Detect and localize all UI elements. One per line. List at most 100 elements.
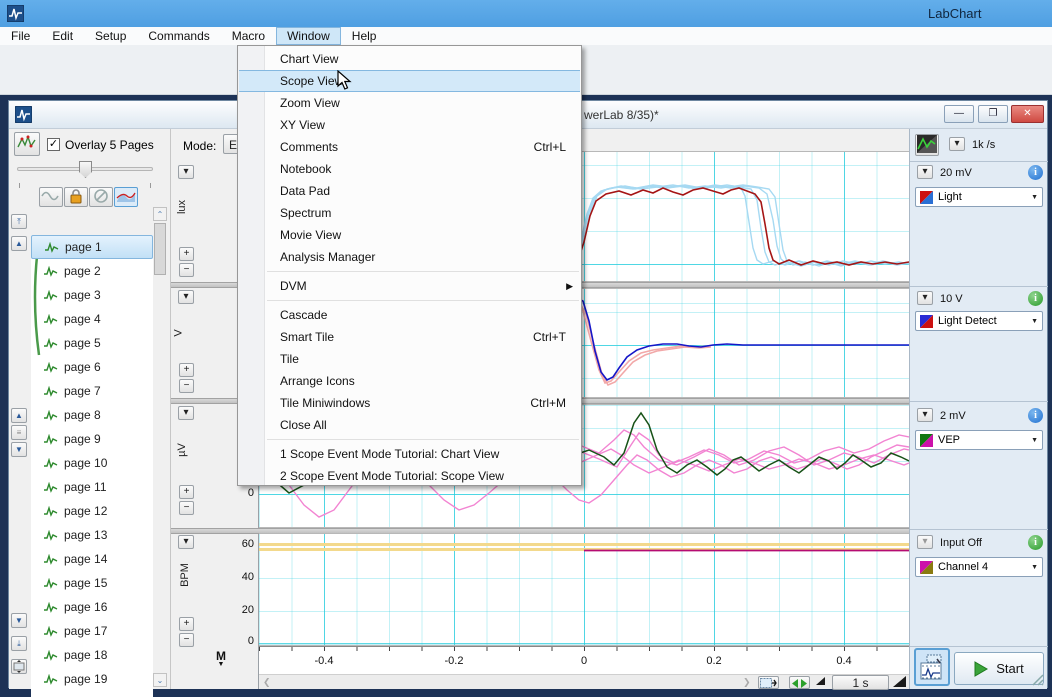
page-item-19[interactable]: page 19	[31, 667, 153, 691]
ch1-scale-dropdown[interactable]: ▾	[178, 165, 194, 179]
chart-scrollbar[interactable]: ❮ ❯ 1 s	[259, 674, 909, 689]
auto-fit-button[interactable]	[789, 676, 810, 689]
scroll-right-arrow[interactable]: ❯	[743, 675, 751, 689]
ch2-info-icon[interactable]: i	[1028, 291, 1043, 306]
page-item-12[interactable]: page 12	[31, 499, 153, 523]
ch1-channel-dropdown[interactable]: Light ▼	[915, 187, 1043, 207]
menu-window[interactable]: Window	[276, 27, 341, 45]
menu-macro[interactable]: Macro	[221, 27, 276, 45]
ch4-info-icon[interactable]: i	[1028, 535, 1043, 550]
page-item-8[interactable]: page 8	[31, 403, 153, 427]
page-item-4[interactable]: page 4	[31, 307, 153, 331]
lock-button[interactable]	[64, 187, 88, 207]
menu-item-arrange-icons[interactable]: Arrange Icons	[238, 370, 581, 392]
scroll-up-page-button[interactable]: ▲	[11, 236, 27, 251]
page-item-17[interactable]: page 17	[31, 619, 153, 643]
page-item-3[interactable]: page 3	[31, 283, 153, 307]
resize-grip[interactable]	[1031, 673, 1045, 687]
ch3-channel-dropdown[interactable]: VEP ▼	[915, 430, 1043, 450]
menu-item-recent-scope-view[interactable]: 2 Scope Event Mode Tutorial: Scope View	[238, 465, 581, 487]
ch1-info-icon[interactable]: i	[1028, 165, 1043, 180]
menu-item-smart-tile[interactable]: Smart TileCtrl+T	[238, 326, 581, 348]
scroll-left-arrow[interactable]: ❮	[263, 675, 271, 689]
list-scroll-thumb[interactable]: ≡	[11, 425, 27, 440]
ch3-range-dropdown[interactable]: ▾	[917, 408, 933, 422]
expand-time-button[interactable]	[893, 676, 906, 687]
wave-mode-button[interactable]	[39, 187, 63, 207]
page-item-15[interactable]: page 15	[31, 571, 153, 595]
exclude-button[interactable]	[89, 187, 113, 207]
ch1-zoom-out-button[interactable]: −	[179, 263, 194, 277]
ch4-range-dropdown[interactable]: ▾	[917, 535, 933, 549]
scroll-down-page-button[interactable]: ▼	[11, 613, 27, 628]
ch3-scale-dropdown[interactable]: ▾	[178, 406, 194, 420]
ch2-channel-dropdown[interactable]: Light Detect ▼	[915, 311, 1043, 331]
ch4-zoom-out-button[interactable]: −	[179, 633, 194, 647]
menu-file[interactable]: File	[0, 27, 41, 45]
ch2-range-dropdown[interactable]: ▾	[917, 291, 933, 305]
scroll-to-end-button[interactable]	[758, 676, 779, 689]
marker-handle[interactable]: M ▼	[214, 649, 228, 667]
page-item-6[interactable]: page 6	[31, 355, 153, 379]
pages-scrollbar-up[interactable]: ⌃	[153, 207, 167, 221]
ch2-zoom-in-button[interactable]: +	[179, 363, 194, 377]
page-item-10[interactable]: page 10	[31, 451, 153, 475]
ch1-range-dropdown[interactable]: ▾	[917, 165, 933, 179]
menu-item-close-all[interactable]: Close All	[238, 414, 581, 436]
overlay-slider-thumb[interactable]	[79, 161, 92, 178]
menu-item-xy-view[interactable]: XY View	[238, 114, 581, 136]
menu-item-movie-view[interactable]: Movie View	[238, 224, 581, 246]
menu-item-analysis-manager[interactable]: Analysis Manager	[238, 246, 581, 268]
page-item-18[interactable]: page 18	[31, 643, 153, 667]
menu-item-recent-chart-view[interactable]: 1 Scope Event Mode Tutorial: Chart View	[238, 443, 581, 465]
page-item-11[interactable]: page 11	[31, 475, 153, 499]
ch4-channel-dropdown[interactable]: Channel 4 ▼	[915, 557, 1043, 577]
rate-chart-button[interactable]	[915, 134, 939, 156]
minimize-button[interactable]: —	[944, 105, 974, 123]
page-item-5[interactable]: page 5	[31, 331, 153, 355]
scroll-first-page-button[interactable]: ⤒	[11, 214, 27, 229]
ch2-zoom-out-button[interactable]: −	[179, 379, 194, 393]
rate-dropdown[interactable]: ▾	[949, 137, 965, 151]
pages-scrollbar-thumb[interactable]	[154, 223, 166, 275]
menu-item-tile[interactable]: Tile	[238, 348, 581, 370]
menu-commands[interactable]: Commands	[137, 27, 220, 45]
menu-edit[interactable]: Edit	[41, 27, 84, 45]
ch4-zoom-in-button[interactable]: +	[179, 617, 194, 631]
ch1-zoom-in-button[interactable]: +	[179, 247, 194, 261]
menu-help[interactable]: Help	[341, 27, 388, 45]
scope-mode-button[interactable]	[914, 648, 950, 686]
overlay-display-button[interactable]	[114, 187, 138, 207]
restore-button[interactable]: ❐	[978, 105, 1008, 123]
ch2-scale-dropdown[interactable]: ▾	[178, 290, 194, 304]
menu-item-comments[interactable]: CommentsCtrl+L	[238, 136, 581, 158]
menu-setup[interactable]: Setup	[84, 27, 137, 45]
time-scale-display[interactable]: 1 s	[832, 675, 889, 690]
menu-item-zoom-view[interactable]: Zoom View	[238, 92, 581, 114]
ch4-scale-dropdown[interactable]: ▾	[178, 535, 194, 549]
page-item-16[interactable]: page 16	[31, 595, 153, 619]
page-item-14[interactable]: page 14	[31, 547, 153, 571]
list-scroll-down-button[interactable]: ▼	[11, 442, 27, 457]
menu-item-tile-miniwindows[interactable]: Tile MiniwindowsCtrl+M	[238, 392, 581, 414]
compress-time-button[interactable]	[816, 677, 825, 685]
pages-scrollbar-down[interactable]: ⌄	[153, 673, 167, 687]
overlay-pages-checkbox[interactable]: ✓	[47, 138, 60, 151]
ch4-chart[interactable]	[259, 533, 909, 646]
menu-item-scope-view[interactable]: Scope View	[239, 70, 580, 92]
scroll-last-page-button[interactable]: ⤓	[11, 636, 27, 651]
ch3-info-icon[interactable]: i	[1028, 408, 1043, 423]
overlay-settings-button[interactable]	[14, 132, 40, 156]
page-item-9[interactable]: page 9	[31, 427, 153, 451]
menu-item-notebook[interactable]: Notebook	[238, 158, 581, 180]
page-item-1[interactable]: page 1	[31, 235, 153, 259]
close-button[interactable]: ✕	[1011, 105, 1044, 123]
menu-item-spectrum[interactable]: Spectrum	[238, 202, 581, 224]
page-item-20[interactable]: page 20	[31, 691, 153, 697]
ch3-zoom-in-button[interactable]: +	[179, 485, 194, 499]
page-item-13[interactable]: page 13	[31, 523, 153, 547]
page-navigator-button[interactable]	[11, 659, 27, 674]
menu-item-data-pad[interactable]: Data Pad	[238, 180, 581, 202]
ch3-zoom-out-button[interactable]: −	[179, 501, 194, 515]
menu-item-cascade[interactable]: Cascade	[238, 304, 581, 326]
